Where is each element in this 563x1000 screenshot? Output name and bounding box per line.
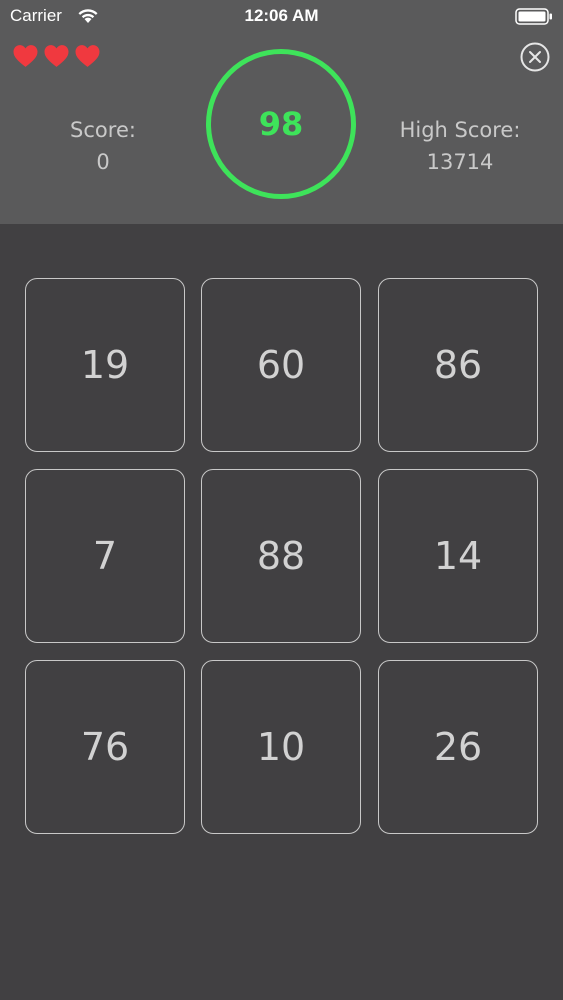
number-tile[interactable]: 88 (201, 469, 361, 643)
number-tile[interactable]: 76 (25, 660, 185, 834)
number-tile[interactable]: 10 (201, 660, 361, 834)
high-score-value: 13714 (426, 150, 494, 174)
high-score-panel: High Score: 13714 (380, 114, 540, 178)
high-score-label: High Score: (399, 118, 521, 142)
status-bar: Carrier 12:06 AM (0, 0, 563, 32)
tile-number: 76 (80, 725, 130, 769)
tile-number: 88 (256, 534, 306, 578)
close-icon (520, 42, 550, 72)
timer-value: 98 (258, 105, 304, 143)
score-value: 0 (96, 150, 110, 174)
tile-number: 10 (256, 725, 306, 769)
score-label: Score: (70, 118, 136, 142)
tile-number: 60 (256, 343, 306, 387)
heart-icon (43, 44, 70, 70)
close-button[interactable] (520, 42, 550, 72)
number-tile[interactable]: 60 (201, 278, 361, 452)
tile-number: 86 (433, 343, 483, 387)
status-time: 12:06 AM (244, 6, 319, 25)
score-panel: Score: 0 (43, 114, 163, 178)
tile-number: 26 (433, 725, 483, 769)
timer-ring: 98 (206, 49, 356, 199)
heart-icon (12, 44, 39, 70)
number-tile[interactable]: 26 (378, 660, 538, 834)
number-tile[interactable]: 7 (25, 469, 185, 643)
number-tile[interactable]: 14 (378, 469, 538, 643)
number-tile[interactable]: 86 (378, 278, 538, 452)
tile-number: 19 (80, 343, 130, 387)
battery-icon (515, 8, 553, 25)
lives-indicator (12, 44, 101, 70)
tile-number: 14 (433, 534, 483, 578)
number-tile[interactable]: 19 (25, 278, 185, 452)
heart-icon (74, 44, 101, 70)
tile-number: 7 (92, 534, 118, 578)
